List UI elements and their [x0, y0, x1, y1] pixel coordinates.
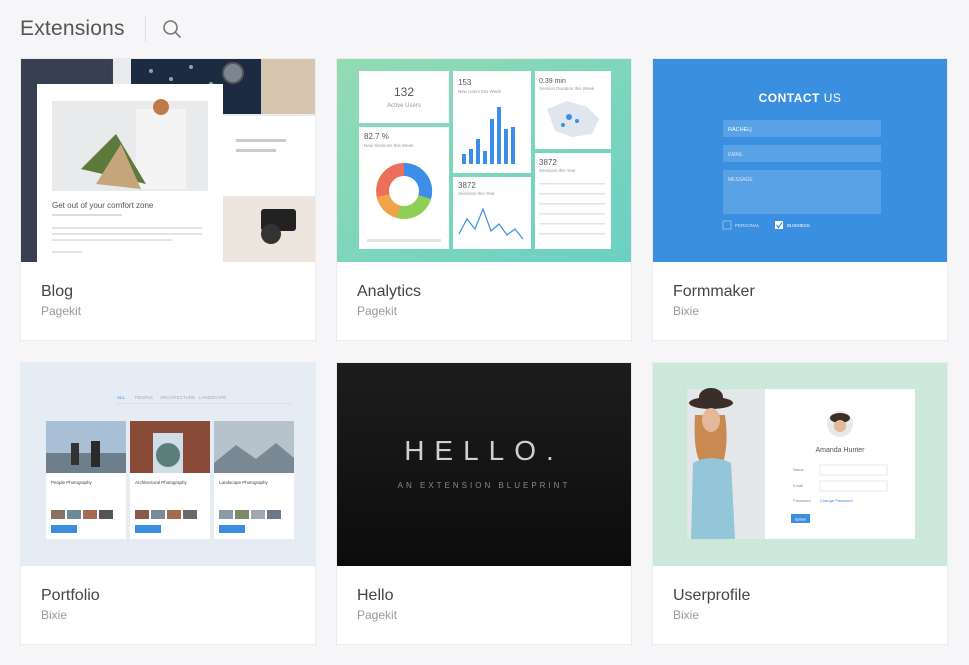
header: Extensions: [20, 14, 182, 44]
session-duration-value: 0.39 min: [539, 78, 566, 85]
hello-headline: HELLO.: [404, 435, 564, 466]
extension-author: Bixie: [673, 304, 700, 318]
blog-preview-headline: Get out of your comfort zone: [52, 201, 154, 210]
formmaker-preview: CONTACT US RACHEL| EMAIL MESSAGE PERSONA…: [653, 59, 947, 262]
extension-card-portfolio[interactable]: ALL PEOPLE ARCHITECTURE LANDSCAPE People…: [20, 362, 316, 645]
portfolio-preview: ALL PEOPLE ARCHITECTURE LANDSCAPE People…: [21, 363, 315, 566]
userprofile-preview: Amanda Hunter Name Email Password Change…: [653, 363, 947, 566]
portfolio-item-title: Landscape Photography: [219, 480, 269, 485]
extension-author: Bixie: [41, 608, 68, 622]
hello-subline: AN EXTENSION BLUEPRINT: [397, 481, 571, 490]
new-users-label: New Users this Week: [458, 89, 502, 94]
label-email: Email: [793, 483, 803, 488]
hello-preview: HELLO. AN EXTENSION BLUEPRINT: [337, 363, 631, 566]
new-sessions-label: New Sessions this Week: [364, 143, 414, 148]
active-users-label: Active Users: [387, 103, 421, 109]
field-message: MESSAGE: [728, 177, 753, 183]
new-sessions-value: 82.7 %: [364, 132, 389, 141]
extension-name: Hello: [357, 587, 394, 604]
extension-name: Userprofile: [673, 587, 751, 604]
profile-user-name: Amanda Hunter: [815, 447, 865, 454]
sessions-year-label: Sessions this Year: [458, 191, 495, 196]
extension-author: Pagekit: [357, 304, 398, 318]
update-button: Update: [795, 517, 807, 521]
portfolio-item-title: People Photography: [51, 480, 93, 485]
sessions-table-label: Sessions this Year: [539, 168, 576, 173]
extension-card-analytics[interactable]: 132 Active Users 153 New Users this Week…: [336, 58, 632, 341]
field-email: EMAIL: [728, 152, 743, 158]
search-icon[interactable]: [162, 19, 182, 39]
analytics-preview: 132 Active Users 153 New Users this Week…: [337, 59, 631, 262]
extension-name: Portfolio: [41, 587, 100, 604]
extension-card-blog[interactable]: Get out of your comfort zone Blog Pageki…: [20, 58, 316, 341]
extension-author: Pagekit: [41, 304, 82, 318]
extension-name: Analytics: [357, 283, 422, 300]
extension-name: Formmaker: [673, 283, 755, 300]
option-personal: PERSONAL: [735, 223, 760, 228]
sessions-year-value: 3872: [458, 181, 476, 190]
portfolio-tab-landscape: LANDSCAPE: [199, 395, 226, 400]
portfolio-item-title: Architectural Photography: [135, 480, 188, 485]
label-name: Name: [793, 467, 804, 472]
portfolio-tab-architecture: ARCHITECTURE: [160, 395, 195, 400]
session-duration-label: Session Duration this Week: [539, 86, 595, 91]
new-users-value: 153: [458, 78, 472, 87]
extension-card-userprofile[interactable]: Amanda Hunter Name Email Password Change…: [652, 362, 948, 645]
extension-card-hello[interactable]: HELLO. AN EXTENSION BLUEPRINT Hello Page…: [336, 362, 632, 645]
portfolio-tab-people: PEOPLE: [135, 395, 153, 400]
extension-name: Blog: [41, 283, 74, 300]
active-users-value: 132: [394, 85, 414, 99]
blog-preview: Get out of your comfort zone: [21, 59, 315, 262]
change-password-link: Change Password: [820, 498, 853, 503]
extension-author: Bixie: [673, 608, 700, 622]
sessions-table-value: 3872: [539, 158, 557, 167]
header-divider: [144, 16, 146, 42]
extension-author: Pagekit: [357, 608, 398, 622]
label-password: Password: [793, 498, 811, 503]
portfolio-tab-all: ALL: [117, 395, 126, 400]
page-title: Extensions: [20, 17, 125, 40]
extension-card-formmaker[interactable]: CONTACT US RACHEL| EMAIL MESSAGE PERSONA…: [652, 58, 948, 341]
field-name: RACHEL|: [728, 127, 752, 133]
option-business: BUSINESS: [787, 223, 810, 228]
